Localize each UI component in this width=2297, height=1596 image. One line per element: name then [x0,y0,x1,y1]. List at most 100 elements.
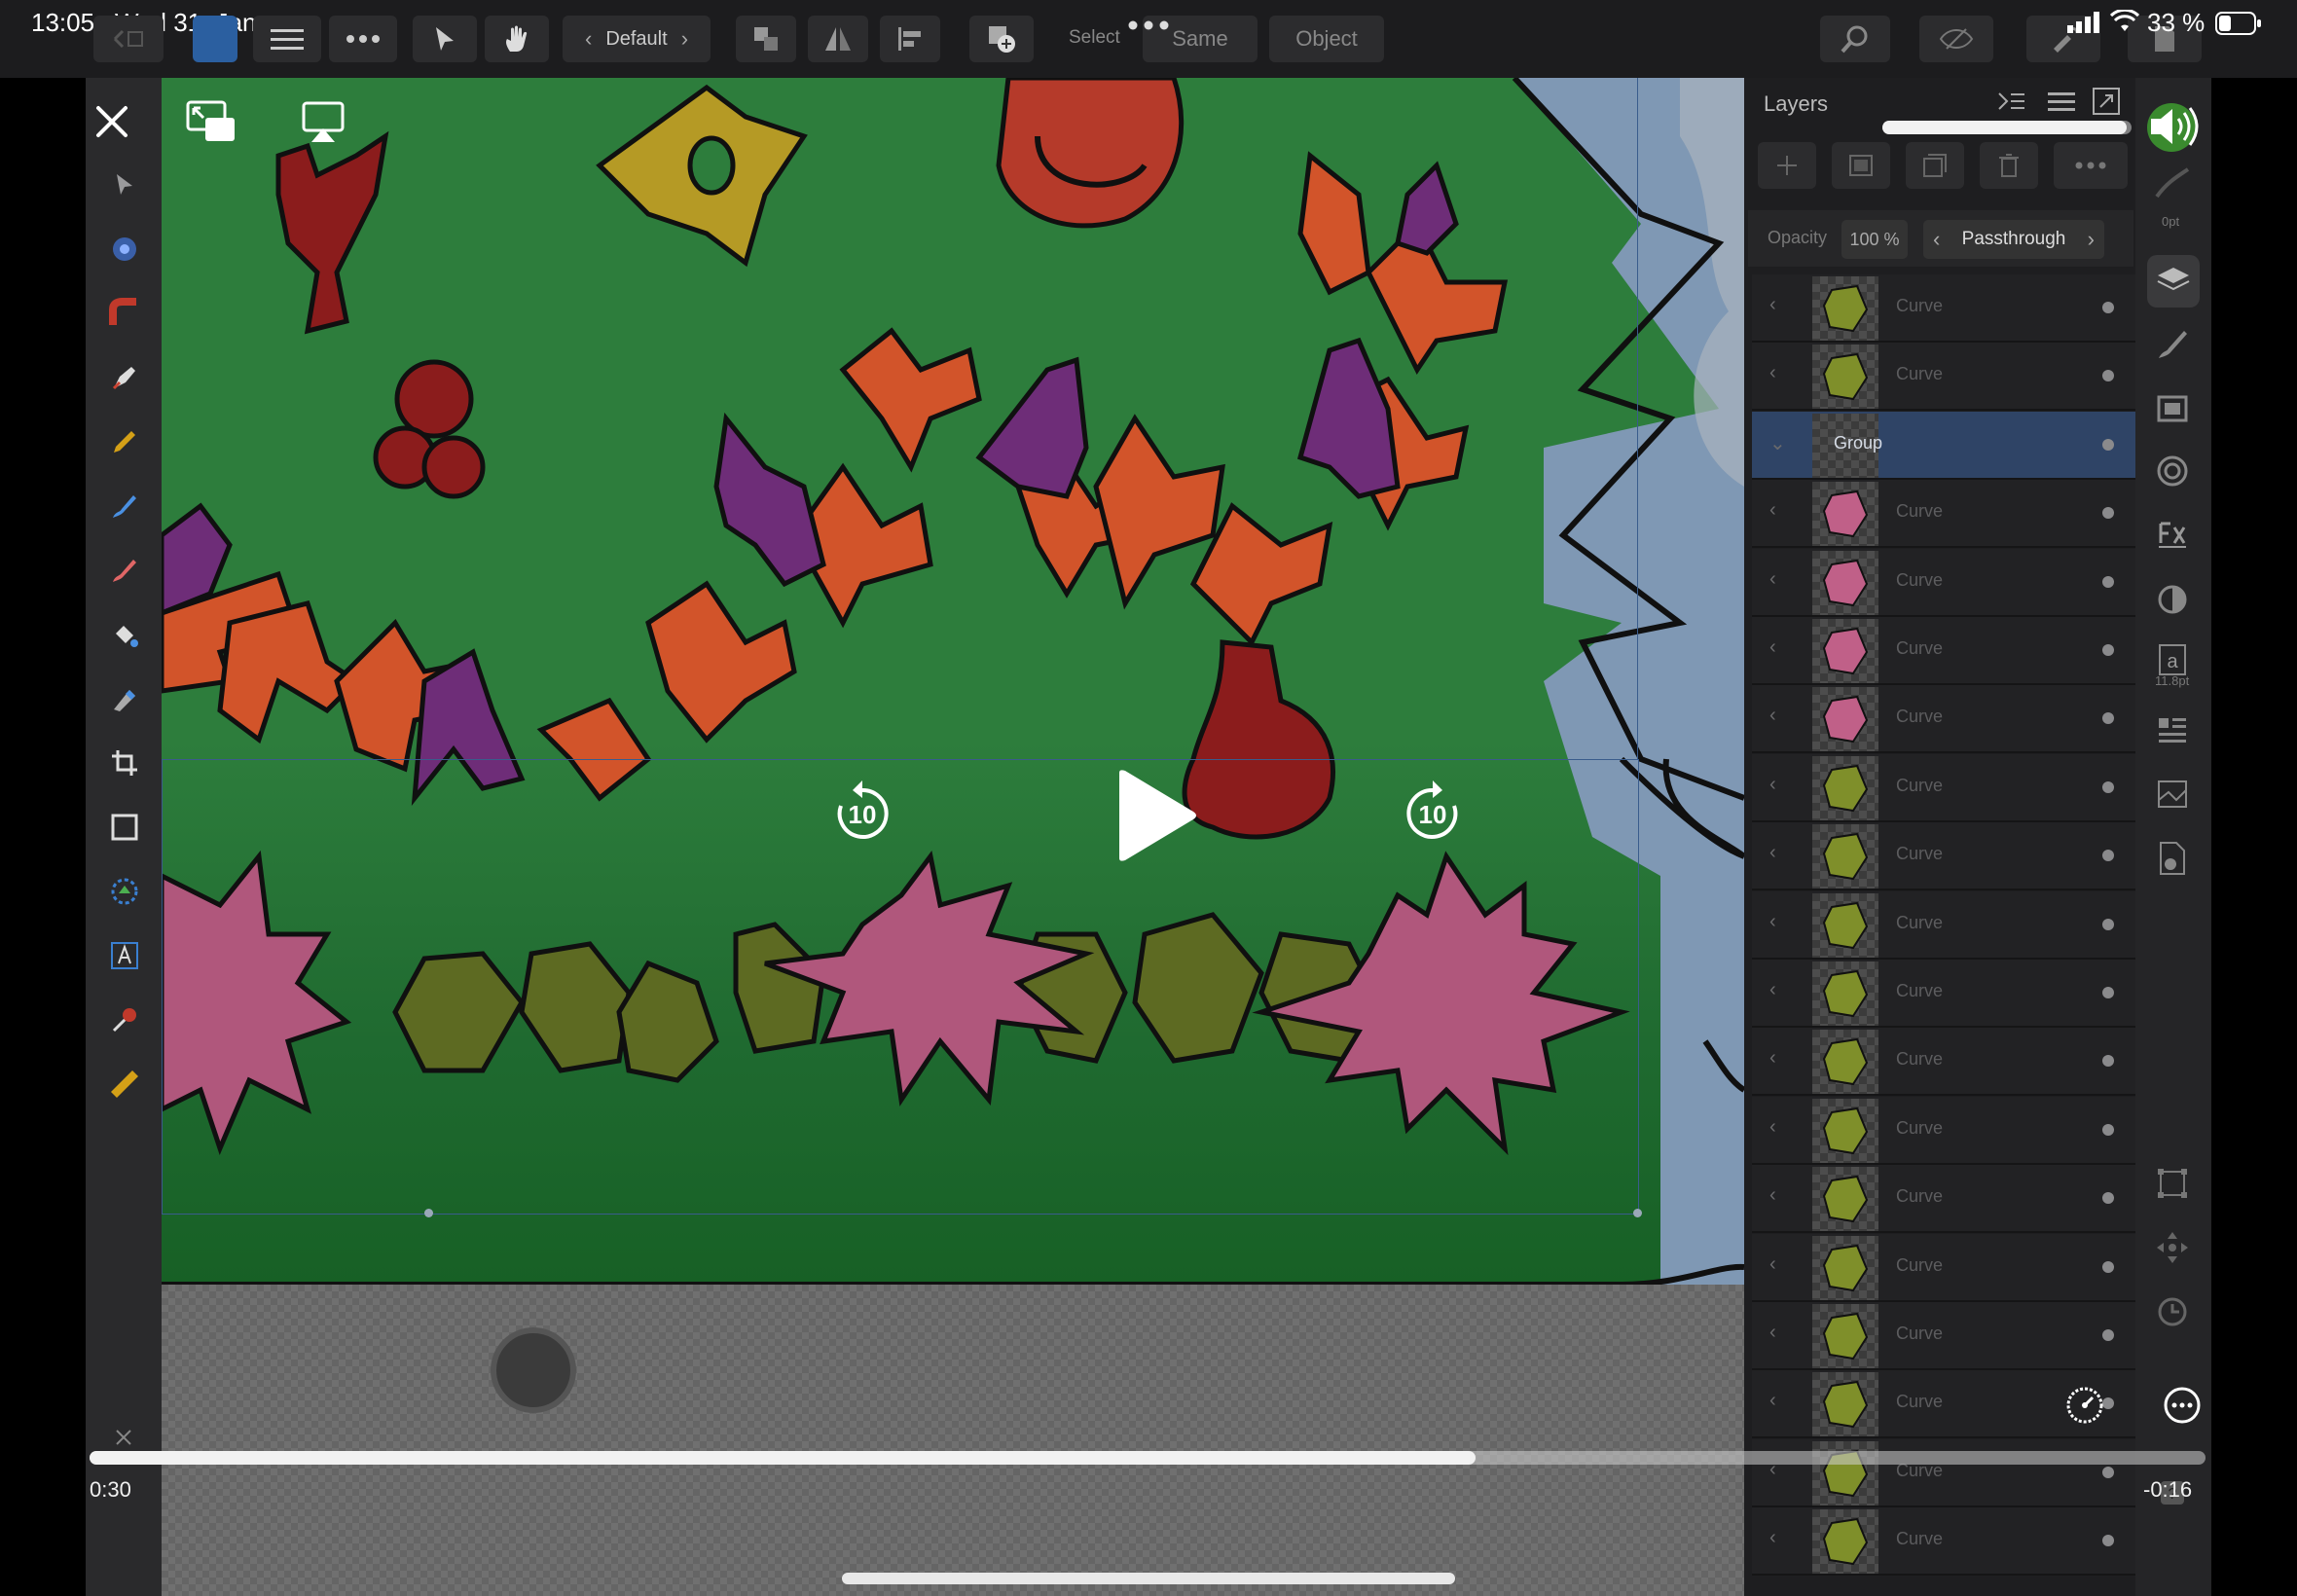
selection-handle[interactable] [1633,1209,1642,1217]
move-tool[interactable] [103,163,146,206]
selection-handle[interactable] [424,1209,433,1217]
transform-studio-icon[interactable] [2155,1166,2194,1205]
pencil-tool[interactable] [103,420,146,463]
layer-visibility-toggle[interactable] [2102,850,2114,862]
chevron-left-icon[interactable]: ‹ [1769,1047,1776,1070]
opacity-field[interactable]: 100 % [1841,220,1908,259]
more-options-button[interactable] [2163,1386,2202,1425]
layer-row[interactable]: ‹ Curve [1752,1165,2135,1234]
layer-visibility-toggle[interactable] [2102,1329,2114,1341]
volume-slider[interactable] [1882,121,2132,134]
layer-row[interactable]: ‹ Curve [1752,1233,2135,1302]
chevron-left-icon[interactable]: ‹ [1769,362,1776,384]
align-icon[interactable] [880,16,940,62]
layer-row[interactable]: ‹ Curve [1752,960,2135,1028]
layer-visibility-toggle[interactable] [2102,1055,2114,1068]
layer-visibility-toggle[interactable] [2102,1123,2114,1136]
volume-button[interactable] [2147,101,2202,152]
chevron-left-icon[interactable]: ‹ [1769,911,1776,933]
history-studio-icon[interactable] [2155,1294,2194,1333]
chevron-left-icon[interactable]: ‹ [1769,1527,1776,1549]
duplicate-layer-button[interactable] [1906,142,1964,189]
artistic-text-tool[interactable] [103,934,146,977]
chevron-down-icon[interactable]: ⌄ [1769,431,1786,455]
layer-more-button[interactable] [2054,142,2128,189]
layer-row[interactable]: ‹ Curve [1752,617,2135,685]
chevron-left-icon[interactable]: ‹ [1769,1116,1776,1139]
layer-visibility-toggle[interactable] [2102,302,2114,313]
layer-row[interactable]: ⌄ Group [1752,411,2135,480]
chevron-left-icon[interactable]: ‹ [1769,979,1776,1001]
brushes-studio-icon[interactable] [2155,327,2194,366]
documents-button[interactable] [93,16,164,62]
preset-selector[interactable]: ‹ Default › [563,16,711,62]
layer-visibility-toggle[interactable] [2102,1192,2114,1205]
chevron-left-icon[interactable]: ‹ [1769,705,1776,727]
chevron-left-icon[interactable]: ‹ [1769,1390,1776,1412]
layer-visibility-toggle[interactable] [2102,644,2114,656]
layer-row[interactable]: ‹ Curve [1752,753,2135,822]
assets-studio-icon[interactable] [2155,777,2194,816]
rectangle-tool[interactable] [103,806,146,849]
paragraph-studio-icon[interactable] [2155,712,2194,751]
layer-visibility-toggle[interactable] [2102,780,2114,793]
layer-visibility-toggle[interactable] [2102,712,2114,725]
layer-row[interactable]: ‹ Curve [1752,274,2135,343]
layer-visibility-toggle[interactable] [2102,1535,2114,1547]
close-video-button[interactable] [88,97,136,146]
canvas[interactable] [162,78,1744,1596]
picture-in-picture-button[interactable] [183,97,239,146]
chevron-left-icon[interactable]: ‹ [1769,636,1776,659]
layer-row[interactable]: ‹ Curve [1752,343,2135,412]
layer-visibility-toggle[interactable] [2102,918,2114,930]
collapse-panel-icon[interactable] [1997,90,2026,115]
add-layer-button[interactable] [1758,142,1816,189]
chevron-left-icon[interactable]: ‹ [1933,227,1940,252]
chevron-left-icon[interactable]: ‹ [1769,842,1776,864]
layer-visibility-toggle[interactable] [2102,1466,2114,1478]
layer-row[interactable]: ‹ Curve [1752,890,2135,960]
chevron-left-icon[interactable]: ‹ [1769,1184,1776,1207]
chevron-left-icon[interactable]: ‹ [1769,774,1776,796]
chevron-right-icon[interactable]: › [2088,227,2095,252]
paint-brush-tool[interactable] [103,549,146,592]
layer-row[interactable]: ‹ Curve [1752,1438,2135,1507]
modifier-controller[interactable] [491,1327,576,1413]
boolean-add-icon[interactable] [969,16,1034,62]
layer-visibility-toggle[interactable] [2102,370,2114,382]
arrange-icon[interactable] [736,16,796,62]
layers-studio-tab[interactable] [2147,255,2200,308]
pin-panel-icon[interactable] [2093,88,2122,117]
chevron-left-icon[interactable]: ‹ [1769,294,1776,316]
skip-forward-button[interactable]: 10 [1404,779,1462,843]
color-studio-icon[interactable] [2155,453,2194,492]
chevron-right-icon[interactable]: › [681,26,688,52]
layer-row[interactable]: ‹ Curve [1752,1507,2135,1577]
playback-scrubber[interactable] [90,1451,2206,1465]
chevron-left-icon[interactable]: ‹ [1769,499,1776,522]
corner-tool[interactable] [103,292,146,335]
color-picker-tool[interactable] [103,998,146,1041]
airplay-button[interactable] [296,97,350,148]
shape-builder-tool[interactable] [103,870,146,913]
close-small-icon[interactable] [109,1423,138,1452]
fx-studio-icon[interactable] [2155,518,2194,557]
stroke-studio-icon[interactable] [2155,391,2194,430]
navigator-studio-icon[interactable] [2155,1230,2194,1269]
zoom-icon[interactable] [1820,16,1890,62]
chevron-left-icon[interactable]: ‹ [1769,1322,1776,1344]
crop-tool[interactable] [103,742,146,784]
stroke-width-icon[interactable] [2153,163,2192,202]
layer-visibility-toggle[interactable] [2102,575,2114,588]
chevron-left-icon[interactable]: ‹ [1769,568,1776,591]
document-settings-icon[interactable] [2155,841,2194,880]
hand-tool-icon[interactable] [485,16,549,62]
layer-visibility-toggle[interactable] [2102,438,2114,451]
chevron-left-icon[interactable]: ‹ [1769,1253,1776,1276]
pen-tool[interactable] [103,356,146,399]
menu-icon[interactable] [253,16,321,62]
delete-layer-button[interactable] [1980,142,2038,189]
layer-row[interactable]: ‹ Curve [1752,480,2135,549]
add-mask-button[interactable] [1832,142,1890,189]
appearance-studio-icon[interactable] [2155,582,2194,621]
